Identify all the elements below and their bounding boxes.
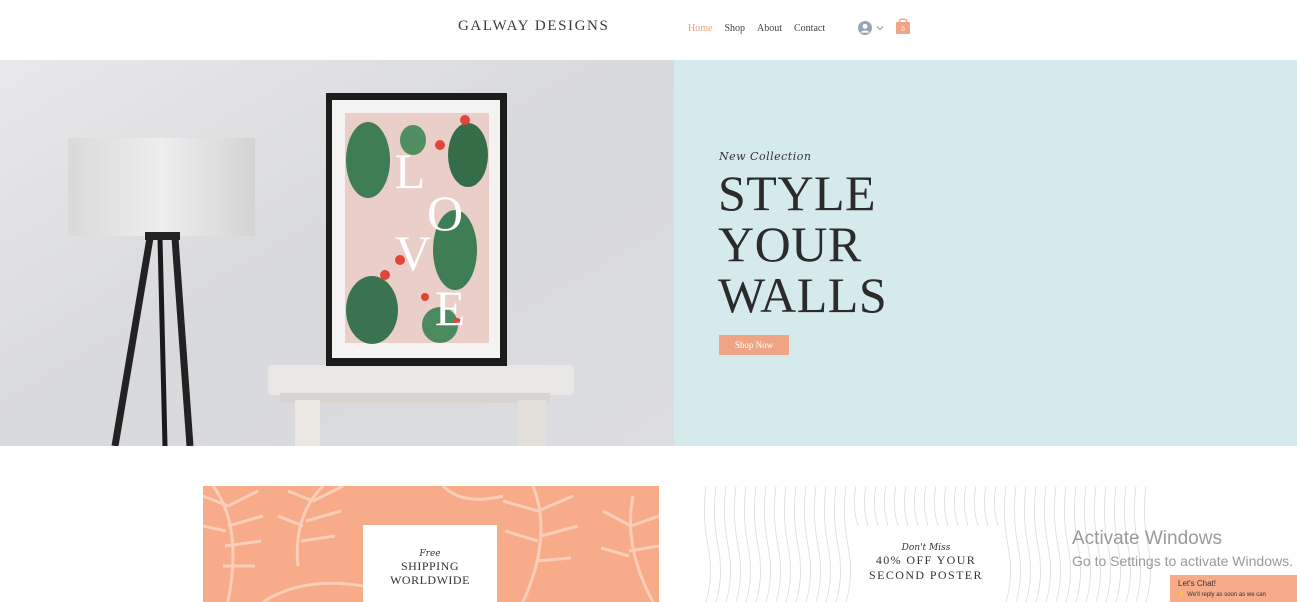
poster-letter-e: E xyxy=(435,280,466,336)
promo-card: Don't Miss 40% OFF YOUR SECOND POSTER xyxy=(856,527,996,602)
poster-letter-l: L xyxy=(395,143,426,199)
main-nav: Home Shop About Contact xyxy=(688,23,825,34)
promo-title-line-2: WORLDWIDE xyxy=(390,573,470,587)
chat-subtitle-text: We'll reply as soon as we can xyxy=(1187,592,1266,598)
activate-subtitle: Go to Settings to activate Windows. xyxy=(1072,553,1293,569)
headline-line-3: WALLS xyxy=(718,267,888,323)
lightning-icon: ⚡ xyxy=(1178,592,1186,598)
nav-shop[interactable]: Shop xyxy=(724,23,745,34)
poster-letter-o: O xyxy=(427,185,463,241)
promo-title-line-2: SECOND POSTER xyxy=(869,568,983,582)
nav-contact[interactable]: Contact xyxy=(794,23,825,34)
hero-illustration: L O V E xyxy=(0,60,674,446)
shop-now-button[interactable]: Shop Now xyxy=(719,335,789,355)
love-poster-frame: L O V E xyxy=(326,93,507,366)
hero-panel: New Collection STYLE YOUR WALLS Shop Now xyxy=(674,60,1297,446)
headline-line-1: STYLE xyxy=(718,165,877,221)
chat-title: Let's Chat! xyxy=(1178,579,1216,588)
poster-letter-v: V xyxy=(395,225,431,281)
promo-title-line-1: 40% OFF YOUR xyxy=(875,553,977,567)
site-logo[interactable]: GALWAY DESIGNS xyxy=(458,18,609,35)
shopping-bag-icon: 0 xyxy=(896,18,910,34)
headline-line-2: YOUR xyxy=(718,216,862,272)
promo-card: Free SHIPPING WORLDWIDE xyxy=(363,525,497,602)
chat-subtitle: ⚡ We'll reply as soon as we can xyxy=(1178,591,1289,598)
hero-headline: STYLE YOUR WALLS xyxy=(718,168,887,321)
nav-about[interactable]: About xyxy=(757,23,782,34)
promo-title-line-1: SHIPPING xyxy=(400,559,459,573)
promo-script: Don't Miss xyxy=(901,543,951,553)
site-header: GALWAY DESIGNS Home Shop About Contact 0 xyxy=(0,0,1297,60)
activate-windows-watermark: Activate Windows Go to Settings to activ… xyxy=(1072,527,1293,571)
hero-image: L O V E xyxy=(0,60,674,446)
login-button[interactable] xyxy=(858,21,884,35)
chat-widget[interactable]: Let's Chat! ⚡ We'll reply as soon as we … xyxy=(1170,575,1297,602)
activate-title: Activate Windows xyxy=(1072,528,1222,549)
promo-script: Free xyxy=(419,549,441,559)
user-avatar-icon xyxy=(858,21,872,35)
hero-eyebrow: New Collection xyxy=(719,150,812,163)
nav-home[interactable]: Home xyxy=(688,23,712,34)
promo-free-shipping[interactable]: Free SHIPPING WORLDWIDE xyxy=(203,486,659,602)
cart-button[interactable]: 0 xyxy=(895,17,911,35)
chevron-down-icon xyxy=(876,26,884,31)
